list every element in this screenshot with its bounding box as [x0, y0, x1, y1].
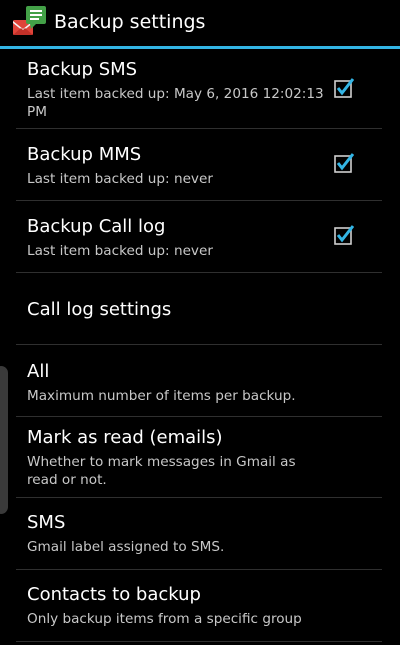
pref-title: Mark as read (emails)	[27, 427, 223, 448]
pref-title: Backup SMS	[27, 59, 138, 80]
pref-title: Call log settings	[27, 299, 172, 320]
pref-mark-as-read[interactable]: Mark as read (emails) Whether to mark me…	[0, 417, 400, 497]
sms-backup-icon[interactable]	[12, 4, 50, 42]
pref-title: Contacts to backup	[27, 584, 201, 605]
divider	[16, 641, 382, 642]
pref-summary: Only backup items from a specific group	[27, 611, 302, 627]
pref-sms-label[interactable]: SMS Gmail label assigned to SMS.	[0, 498, 400, 569]
pref-call-log-settings[interactable]: Call log settings	[0, 273, 400, 344]
pref-title: All	[27, 361, 50, 382]
pref-title: Backup Call log	[27, 216, 166, 237]
pref-summary: Maximum number of items per backup.	[27, 388, 296, 404]
screen: Backup settings Backup SMS Last item bac…	[0, 0, 400, 645]
pref-contacts-to-backup[interactable]: Contacts to backup Only backup items fro…	[0, 570, 400, 641]
action-bar: Backup settings	[0, 0, 400, 46]
pref-title: SMS	[27, 512, 66, 533]
pref-backup-mms[interactable]: Backup MMS Last item backed up: never	[0, 129, 400, 200]
checkmark-icon	[334, 153, 355, 173]
pref-backup-call-log[interactable]: Backup Call log Last item backed up: nev…	[0, 201, 400, 272]
pref-summary: Gmail label assigned to SMS.	[27, 539, 225, 555]
pref-all[interactable]: All Maximum number of items per backup.	[0, 345, 400, 416]
page-title: Backup settings	[54, 11, 206, 33]
backup-call-log-checkbox[interactable]	[334, 225, 355, 245]
pref-title: Backup MMS	[27, 144, 142, 165]
pref-summary: Whether to mark messages in Gmail as rea…	[27, 454, 296, 488]
pref-summary: Last item backed up: May 6, 2016 12:02:1…	[27, 86, 324, 120]
pref-summary: Last item backed up: never	[27, 171, 213, 187]
checkmark-icon	[334, 78, 355, 98]
pref-backup-sms[interactable]: Backup SMS Last item backed up: May 6, 2…	[0, 49, 400, 129]
edge-panel-handle[interactable]	[0, 366, 8, 514]
checkmark-icon	[334, 225, 355, 245]
backup-mms-checkbox[interactable]	[334, 153, 355, 173]
pref-summary: Last item backed up: never	[27, 243, 213, 259]
backup-sms-checkbox[interactable]	[334, 78, 355, 98]
